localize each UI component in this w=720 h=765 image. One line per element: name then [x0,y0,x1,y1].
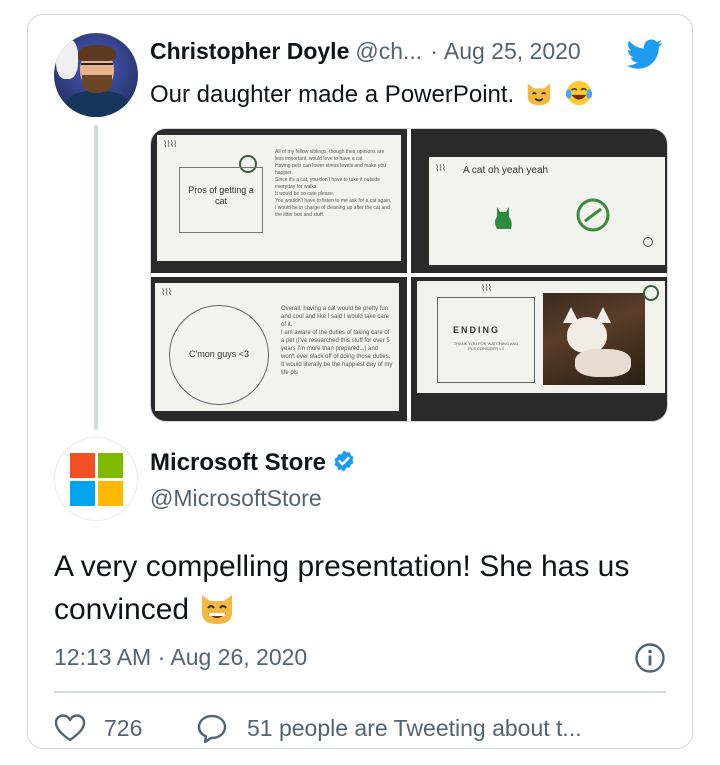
kitten-photo [543,293,645,385]
author-name[interactable]: Christopher Doyle [150,38,349,64]
heart-icon[interactable] [54,713,86,743]
avatar-hair [78,45,116,61]
slide-screen: ⌇⌇⌇ C'mon guys <3 Overall, having a cat … [155,283,399,411]
green-cat-icon [495,207,512,229]
kitten-body [575,349,631,377]
slide-screen: ⌇⌇⌇⌇ Pros of getting a cat All of my fel… [157,135,401,261]
reply-bubble-icon[interactable] [196,713,228,743]
reply-timestamp[interactable]: 12:13 AM · Aug 26, 2020 [54,644,307,671]
kitten-ear-right [595,307,611,323]
microsoft-logo-avatar[interactable] [54,437,138,521]
divider [54,691,666,693]
logo-blue-square [70,481,95,506]
photo-slide-pros[interactable]: ⌇⌇⌇⌇ Pros of getting a cat All of my fel… [151,129,407,273]
verified-badge-icon [334,450,354,472]
reply-body: A very compelling presentation! She has … [54,550,630,626]
author-avatar[interactable] [54,33,138,117]
reply-tweet-text: A very compelling presentation! She has … [54,545,674,631]
logo-red-square [70,453,95,478]
avatar-beard [82,75,112,93]
bullet: Having pets can lower stress levels and … [275,163,386,176]
zigzag-decoration: ⌇⌇⌇ [161,287,172,297]
bullet: It would literally be the happiest day o… [281,362,393,376]
zigzag-decoration: ⌇⌇⌇ [481,283,492,293]
bullet: All of my fellow siblings, though their … [275,149,385,162]
logo-yellow-square [98,481,123,506]
bullet: I would be in charge of cleaning up afte… [275,205,390,218]
original-tweet-text: Our daughter made a PowerPoint. [150,78,594,109]
reply-author-handle[interactable]: @MicrosoftStore [150,485,322,512]
bullet: You wouldn't have to listen to me ask fo… [275,198,392,204]
twitter-bird-icon[interactable] [624,36,666,72]
grinning-cat-emoji-icon [202,595,233,624]
bullet: I am aware of the duties of taking care … [281,330,391,360]
slide-title: Pros of getting a cat [188,185,254,206]
cat-figure [56,39,78,79]
zigzag-decoration: ⌇⌇⌇⌇ [163,139,178,149]
bullet: Overall, having a cat would be pretty fu… [281,306,390,328]
slide-bullets: All of my fellow siblings, though their … [275,149,393,219]
laughing-tears-emoji-icon [566,80,593,106]
reply-author-name[interactable]: Microsoft Store [150,449,326,476]
like-count[interactable]: 726 [104,715,142,742]
ring-decoration [643,285,659,301]
photo-slide-cmon[interactable]: ⌇⌇⌇ C'mon guys <3 Overall, having a cat … [151,277,407,421]
separator-dot: · [430,38,438,64]
slide-screen: ⌇⌇⌇ A cat oh yeah yeah [429,157,665,265]
title-box [437,297,535,383]
info-icon[interactable] [634,642,666,674]
reply-author-header: Microsoft Store [150,449,356,477]
slide-title: C'mon guys <3 [189,349,249,359]
bullet: It would be so cute please. [275,191,335,197]
no-pets-sign-icon [576,198,610,232]
replies-text[interactable]: 51 people are Tweeting about t... [247,715,582,742]
tweet-body: Our daughter made a PowerPoint. [150,81,515,108]
slide-title: A cat oh yeah yeah [463,165,549,176]
ring-decoration [643,237,653,247]
media-grid[interactable]: ⌇⌇⌇⌇ Pros of getting a cat All of my fel… [150,128,668,422]
tweet-date[interactable]: Aug 25, 2020 [444,38,581,64]
author-handle[interactable]: @ch... [355,38,422,64]
photo-slide-ending[interactable]: ⌇⌇⌇ ENDING THANK YOU FOR WATCHING AND PL… [411,277,667,421]
slide-screen: ⌇⌇⌇ ENDING THANK YOU FOR WATCHING AND PL… [417,281,665,393]
thread-line [94,125,98,430]
photo-slide-cat[interactable]: ⌇⌇⌇ A cat oh yeah yeah [411,129,667,273]
original-tweet-header: Christopher Doyle @ch... · Aug 25, 2020 [150,38,680,72]
slide-bullets: Overall, having a cat would be pretty fu… [281,305,393,377]
logo-green-square [98,453,123,478]
avatar-glasses [81,63,113,73]
kitten-ear-left [563,307,579,323]
slide-title: ENDING [453,325,501,335]
avatar-shirt [66,91,128,117]
bullet: Since it's a cat, you don't have to take… [275,177,381,190]
cat-face-emoji-icon [527,83,551,106]
slide-subtitle: THANK YOU FOR WATCHING AND PLS CONSIDER … [453,341,519,351]
zigzag-decoration: ⌇⌇⌇ [435,163,446,173]
